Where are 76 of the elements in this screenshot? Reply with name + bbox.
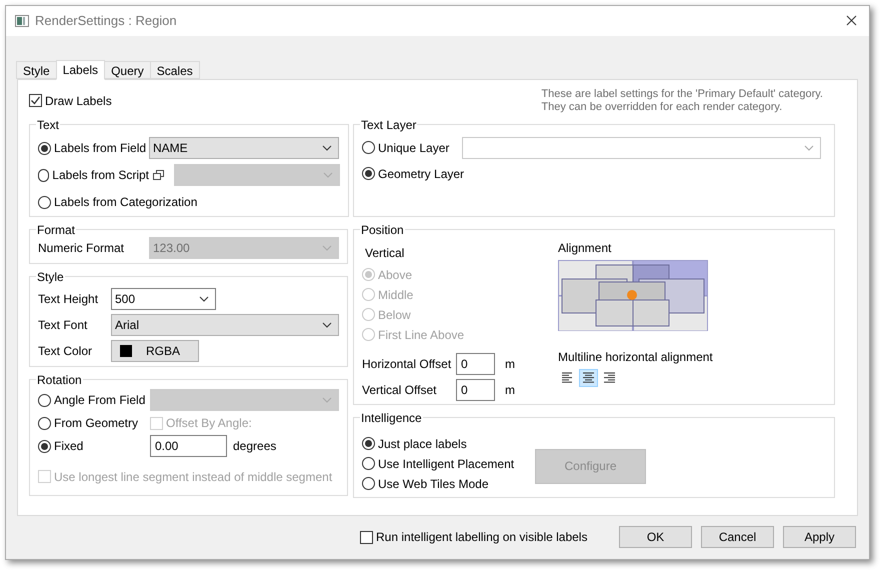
radio-label: First Line Above xyxy=(378,326,464,344)
dropdown[interactable]: NAME xyxy=(149,137,339,160)
chevron-down-icon xyxy=(322,145,332,152)
radio-label: Use Web Tiles Mode xyxy=(378,476,488,493)
tab[interactable]: Labels xyxy=(56,60,106,80)
radio-button[interactable] xyxy=(362,477,375,490)
section-label: Vertical xyxy=(365,244,406,262)
unit-label: degrees xyxy=(233,438,276,456)
chevron-down-icon xyxy=(322,397,332,404)
checkbox-label: Run intelligent labelling on visible labels xyxy=(376,529,588,546)
field-label: Text Font xyxy=(38,316,88,334)
checkbox[interactable] xyxy=(29,94,42,108)
alignment-grid-drawing[interactable] xyxy=(558,260,708,331)
radio-button[interactable] xyxy=(362,141,375,154)
input-field[interactable]: 0.00 xyxy=(150,435,227,458)
section-label: Alignment xyxy=(558,240,612,257)
close-icon[interactable] xyxy=(846,15,857,26)
radio-label: Geometry Layer xyxy=(378,166,464,183)
field-label: Text Color xyxy=(38,342,94,360)
chevron-down-icon xyxy=(323,172,333,178)
radio-label: Use Intelligent Placement xyxy=(378,456,514,473)
radio-label: Just place labels xyxy=(378,436,467,453)
dialog-button[interactable]: Apply xyxy=(783,526,856,548)
field-label: Numeric Format xyxy=(38,240,126,257)
group-title: Format xyxy=(36,222,76,239)
radio-label: Angle From Field xyxy=(54,392,146,410)
radio-button[interactable] xyxy=(362,457,375,470)
unit-label: m xyxy=(505,382,515,399)
dialog-button[interactable]: OK xyxy=(619,526,692,548)
chevron-down-icon xyxy=(199,296,209,302)
radio-label: From Geometry xyxy=(54,415,138,432)
app-icon xyxy=(15,14,29,27)
radio-label: Unique Layer xyxy=(378,140,450,157)
checkbox-label: Use longest line segment instead of middle segment xyxy=(54,468,332,486)
radio-button[interactable] xyxy=(38,142,51,155)
group-title: Style xyxy=(36,268,65,286)
radio-label: Middle xyxy=(378,286,414,304)
group-title: Rotation xyxy=(36,372,83,389)
field-label: Text Height xyxy=(38,290,100,308)
group-title: Text xyxy=(36,116,60,134)
checkbox-label: Draw Labels xyxy=(45,92,112,110)
radio-label: Above xyxy=(378,266,412,284)
color-button[interactable]: RGBA xyxy=(111,340,199,362)
radio-label: Labels from Field xyxy=(54,140,146,158)
dropdown[interactable]: 500 xyxy=(111,288,216,310)
group-title: Text Layer xyxy=(360,116,418,134)
info-note: These are label settings for the 'Primary Default' category. They can be overridden for each render category. xyxy=(541,88,823,115)
checkbox[interactable] xyxy=(360,530,373,544)
chevron-down-icon xyxy=(322,322,332,328)
input-field[interactable]: 0 xyxy=(456,352,495,375)
window-title: RenderSettings : Region xyxy=(35,12,178,30)
radio-label: Labels from Script xyxy=(52,167,149,184)
radio-button[interactable] xyxy=(38,196,51,209)
tab[interactable]: Query xyxy=(104,60,151,79)
radio-label: Below xyxy=(378,306,411,324)
radio-label: Fixed xyxy=(54,438,84,456)
radio-label: Labels from Categorization xyxy=(54,194,198,212)
radio-button[interactable] xyxy=(38,440,51,453)
chevron-down-icon xyxy=(322,244,332,251)
section-label: Multiline horizontal alignment xyxy=(558,348,713,366)
windows-icon[interactable] xyxy=(153,170,164,181)
radio-button[interactable] xyxy=(362,437,375,450)
field-label: Vertical Offset xyxy=(362,382,438,399)
tab[interactable]: Style xyxy=(16,60,57,79)
align-center-icon[interactable] xyxy=(579,368,598,387)
unit-label: m xyxy=(505,356,515,373)
checkbox-label: Offset By Angle: xyxy=(166,415,252,432)
input-field[interactable]: 0 xyxy=(456,378,495,401)
tab[interactable]: Scales xyxy=(150,60,200,79)
dropdown[interactable]: Arial xyxy=(111,314,339,336)
radio-button[interactable] xyxy=(362,167,375,180)
group-title: Intelligence xyxy=(360,410,423,427)
chevron-down-icon xyxy=(804,144,814,151)
dialog-button[interactable]: Cancel xyxy=(701,526,774,548)
group-title: Position xyxy=(360,222,405,239)
field-label: Horizontal Offset xyxy=(362,356,452,373)
